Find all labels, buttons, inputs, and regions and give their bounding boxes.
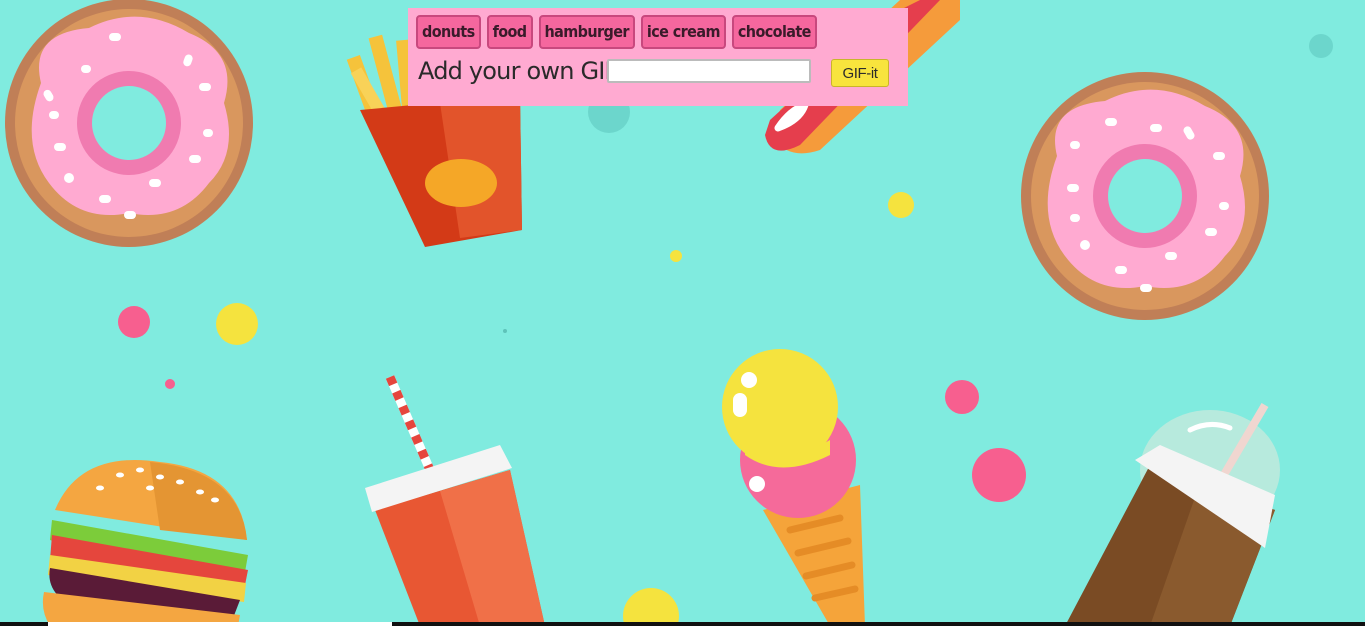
add-gif-row: Add your own GIF [418, 54, 618, 88]
tag-button-hamburger[interactable]: hamburger [538, 15, 635, 49]
soda-cup-icon [365, 375, 545, 626]
horizontal-scrollbar-thumb[interactable] [48, 622, 392, 626]
topic-button-list: donuts food hamburger ice cream chocolat… [416, 15, 817, 49]
donut-icon [5, 0, 253, 247]
tag-button-donuts[interactable]: donuts [416, 15, 481, 49]
page-background: donuts food hamburger ice cream chocolat… [0, 0, 1365, 626]
add-gif-label: Add your own GIF [418, 57, 618, 85]
tag-button-ice-cream[interactable]: ice cream [640, 15, 726, 49]
donut-icon [1021, 72, 1269, 320]
tag-button-food[interactable]: food [486, 15, 533, 49]
add-gif-input[interactable] [607, 59, 811, 83]
search-panel: donuts food hamburger ice cream chocolat… [408, 8, 908, 106]
gif-it-button[interactable]: GIF-it [831, 59, 889, 87]
ice-cream-cone-icon [722, 349, 865, 626]
hamburger-icon [42, 460, 248, 626]
iced-coffee-icon [1065, 402, 1280, 626]
tag-button-chocolate[interactable]: chocolate [731, 15, 817, 49]
